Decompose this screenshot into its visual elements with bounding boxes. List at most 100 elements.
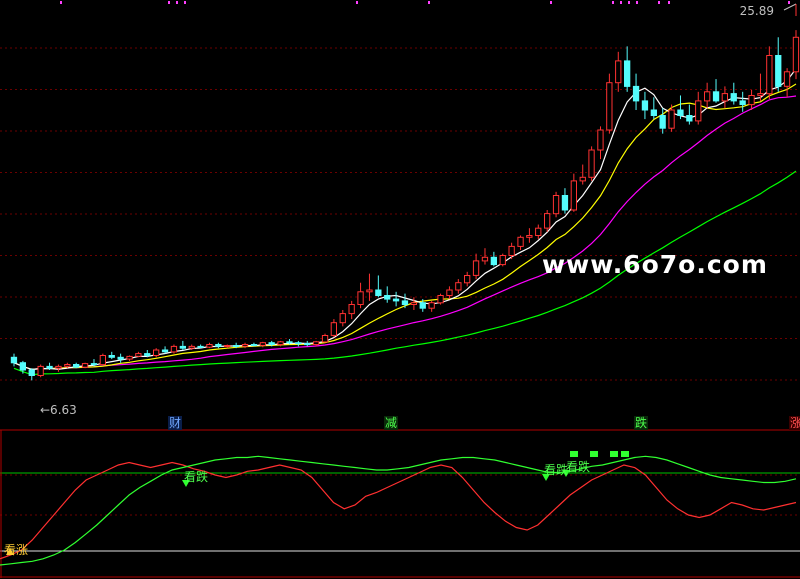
candle-body xyxy=(197,345,204,348)
ma10-line xyxy=(13,83,797,371)
candle-body xyxy=(313,341,320,345)
candle-body xyxy=(650,109,658,116)
event-marker xyxy=(184,1,186,4)
price-grid xyxy=(0,47,800,578)
candle-body xyxy=(677,109,684,116)
candle-up xyxy=(606,73,613,134)
candle-down xyxy=(28,368,35,381)
candle-body xyxy=(55,365,62,369)
candle-up xyxy=(481,248,489,265)
candle-body xyxy=(233,345,240,347)
candle-body xyxy=(437,295,444,304)
candle-up xyxy=(153,348,160,358)
candle-body xyxy=(552,195,560,215)
candle-up xyxy=(615,51,622,92)
candle-body xyxy=(19,362,27,371)
event-marker xyxy=(168,1,170,4)
candle-body xyxy=(686,115,693,122)
candle-down xyxy=(775,37,782,92)
candle-up xyxy=(508,242,515,260)
candle-up xyxy=(597,126,604,160)
candle-body xyxy=(268,342,275,346)
candle-body xyxy=(721,93,729,102)
candle-up xyxy=(410,297,418,310)
candle-body xyxy=(526,235,533,238)
candle-up xyxy=(766,46,773,100)
candle-down xyxy=(250,342,258,347)
candle-body xyxy=(46,365,53,369)
price-high-label: 25.89 xyxy=(739,4,774,18)
event-tag-reduce[interactable]: 减 xyxy=(384,416,399,430)
candle-up xyxy=(472,253,480,280)
candle-body xyxy=(659,115,666,129)
candle-up xyxy=(135,351,142,358)
candle-down xyxy=(650,97,658,120)
candle-body xyxy=(108,355,115,358)
signal-block xyxy=(590,451,598,457)
candle-body xyxy=(170,345,178,353)
candle-body xyxy=(535,227,542,236)
candle-body xyxy=(757,93,764,96)
candle-up xyxy=(579,164,586,185)
candle-body xyxy=(544,213,551,229)
candle-body xyxy=(375,289,382,296)
candle-body xyxy=(81,363,89,368)
candle-body xyxy=(144,353,151,356)
candle-body xyxy=(641,100,649,111)
event-tag-rise[interactable]: 涨 xyxy=(789,416,800,430)
candle-body xyxy=(508,245,515,256)
candle-body xyxy=(606,82,613,131)
candle-up xyxy=(783,68,791,98)
candle-up xyxy=(206,342,213,349)
candle-up xyxy=(348,300,355,320)
candle-up xyxy=(748,90,755,110)
signal-bearish-label: 看跌 xyxy=(184,470,209,484)
candlestick-series xyxy=(10,30,800,381)
event-tag-finance[interactable]: 财 xyxy=(168,416,183,430)
candle-down xyxy=(490,251,498,267)
candle-body xyxy=(37,365,44,376)
candle-down xyxy=(561,188,569,214)
signal-bearish-label: 看跌 xyxy=(544,463,569,477)
candle-down xyxy=(659,108,666,134)
candle-body xyxy=(277,341,284,345)
candle-up xyxy=(99,353,106,366)
candle-body xyxy=(668,109,675,129)
candle-up xyxy=(695,91,702,125)
candle-body xyxy=(624,60,631,87)
event-marker xyxy=(550,1,552,4)
candle-body xyxy=(153,349,160,356)
event-tag-drop[interactable]: 跌 xyxy=(634,416,649,430)
candle-body xyxy=(321,335,329,343)
candle-body xyxy=(783,71,791,87)
candle-up xyxy=(544,210,551,232)
candle-up xyxy=(357,282,364,309)
event-marker xyxy=(356,1,358,4)
candle-up xyxy=(526,228,533,243)
candle-up xyxy=(437,293,444,305)
candle-body xyxy=(730,93,737,102)
candle-body xyxy=(392,298,400,302)
candle-down xyxy=(197,344,204,349)
candle-body xyxy=(588,149,595,178)
candle-body xyxy=(366,289,373,293)
event-marker xyxy=(428,1,430,4)
candle-down xyxy=(739,91,746,112)
candle-up xyxy=(37,364,44,378)
candle-body xyxy=(499,255,506,266)
signal-block xyxy=(570,451,578,457)
event-marker xyxy=(788,1,790,4)
candle-body xyxy=(330,322,338,336)
candle-up xyxy=(464,271,471,287)
candle-body xyxy=(384,295,391,300)
candle-body xyxy=(712,91,720,102)
candle-body xyxy=(570,180,578,211)
candle-up xyxy=(259,341,267,348)
candle-up xyxy=(704,82,711,109)
candle-up xyxy=(455,279,462,294)
event-marker xyxy=(658,1,660,4)
candle-up xyxy=(330,319,338,338)
candle-body xyxy=(250,344,258,346)
event-marker xyxy=(636,1,638,4)
candle-body xyxy=(766,55,773,95)
